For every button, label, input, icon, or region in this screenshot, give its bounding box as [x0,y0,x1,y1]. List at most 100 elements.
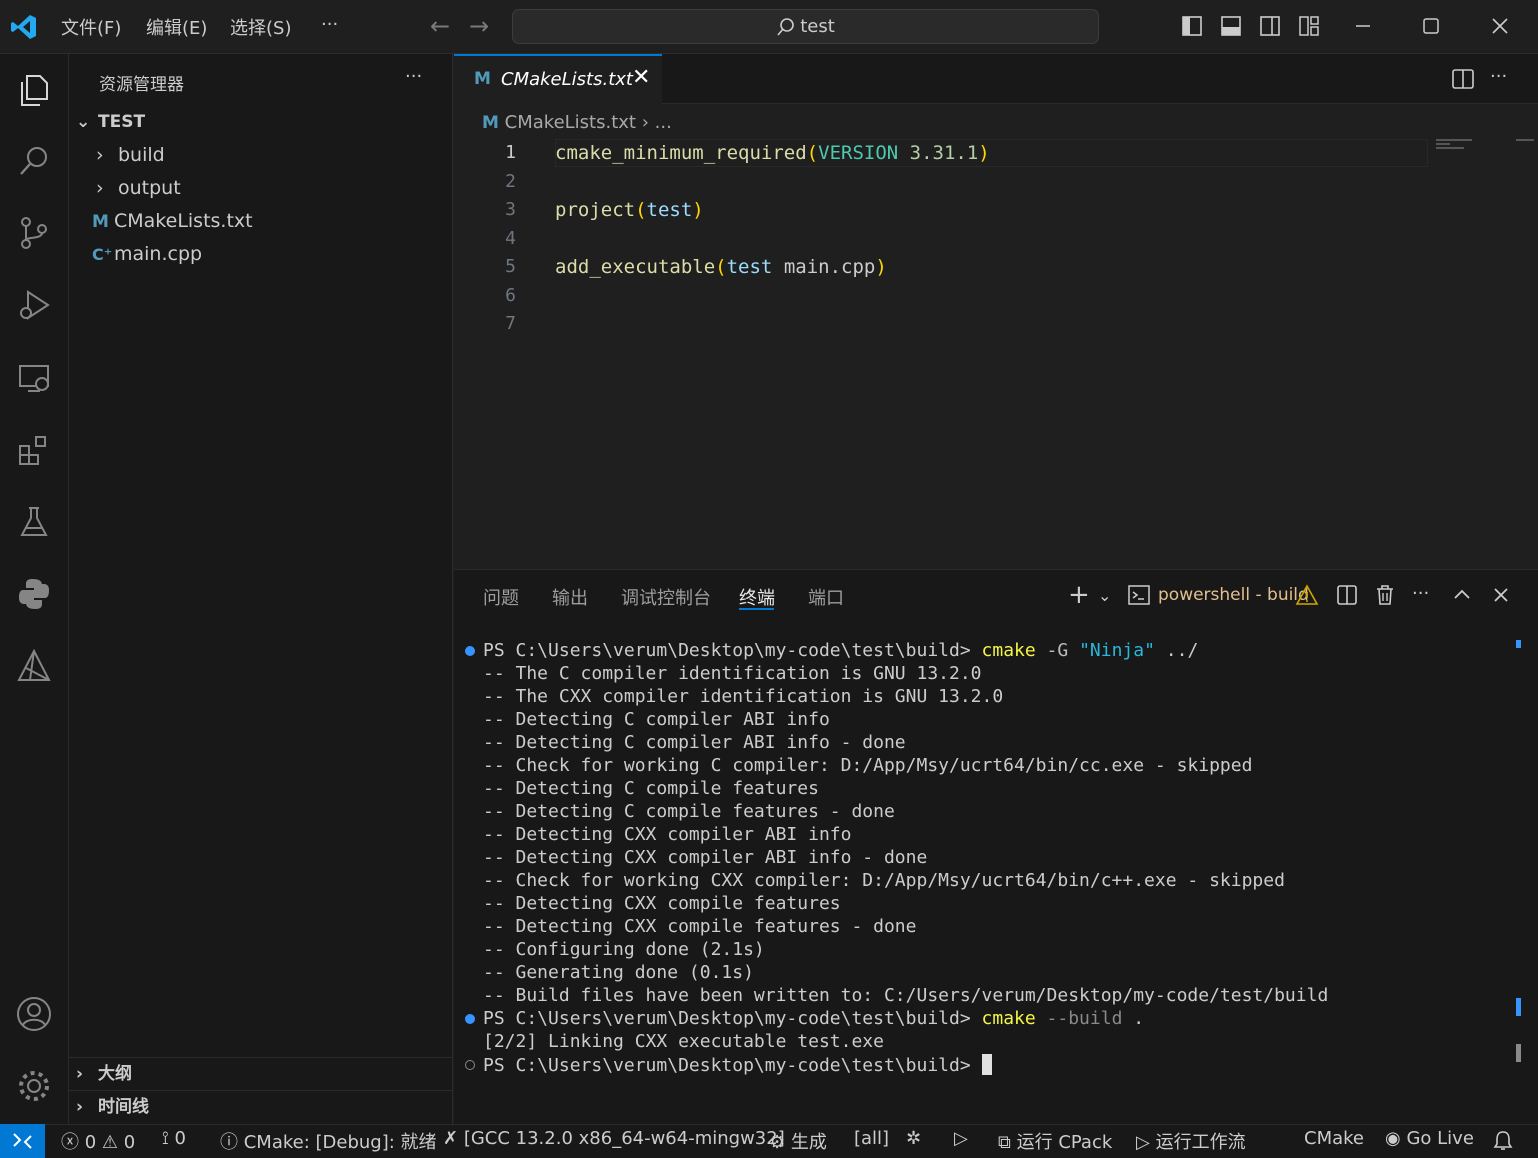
outline-section[interactable]: › 大纲 [76,1058,132,1091]
run-debug-icon[interactable] [10,281,58,329]
command-success-dot[interactable] [465,1014,475,1024]
ports-status[interactable]: ⟟ 0 [162,1128,186,1149]
tree-item-build[interactable]: › build [96,139,165,172]
tab-output[interactable]: 输出 [552,584,588,610]
forward-arrow-icon[interactable]: → [469,12,489,40]
minimap[interactable] [1436,139,1474,149]
menu-selection[interactable]: 选择(S) [230,14,291,40]
terminal-output-line: -- Detecting CXX compile features [483,893,841,914]
scrollbar-marker [1516,640,1521,648]
split-terminal-icon[interactable] [1335,583,1359,607]
terminal-output-line: -- Detecting CXX compile features - done [483,916,917,937]
breadcrumb-more[interactable]: ... [655,112,672,133]
chevron-down-icon[interactable]: ⌄ [1098,586,1111,605]
broadcast-icon: ◉ [1385,1128,1401,1149]
terminal-output-line: -- Detecting C compiler ABI info [483,709,830,730]
cmake-kit[interactable]: ✗ [GCC 13.2.0 x86_64-w64-mingw32] [443,1128,785,1149]
code-line-5[interactable]: add_executable(test main.cpp) [555,256,887,278]
command-center[interactable]: test [512,9,1099,44]
extensions-icon[interactable] [10,426,58,474]
search-text: test [800,16,835,37]
trash-icon[interactable] [1373,583,1397,607]
command-pending-dot[interactable] [465,1060,475,1070]
search-view-icon[interactable] [10,137,58,185]
sidebar-more-button[interactable]: ··· [405,66,422,87]
terminal-output-line: -- Detecting CXX compiler ABI info - don… [483,847,928,868]
breadcrumb-file[interactable]: CMakeLists.txt [505,112,636,133]
menu-file[interactable]: 文件(F) [61,14,121,40]
terminal-output-line: -- Generating done (0.1s) [483,962,754,983]
tab-ports[interactable]: 端口 [808,584,844,610]
testing-flask-icon[interactable] [10,498,58,546]
toggle-sidebar-icon[interactable] [1176,10,1208,42]
chevron-right-icon: › [76,1097,84,1117]
terminal-output-line: -- Detecting C compile features - done [483,801,895,822]
run-workflow-button[interactable]: ▷ 运行工作流 [1136,1128,1246,1154]
problems-status[interactable]: ⓧ 0 ⚠ 0 [61,1128,135,1154]
terminal-command-line: PS C:\Users\verum\Desktop\my-code\test\b… [483,1008,1145,1029]
tab-debug-console[interactable]: 调试控制台 [621,584,711,610]
code-line-1[interactable]: cmake_minimum_required(VERSION 3.31.1) [555,142,990,164]
warning-icon: ⚠ [101,1132,119,1153]
tab-problems[interactable]: 问题 [483,584,519,610]
cmake-file-icon: M [482,113,499,133]
minimize-icon[interactable] [1347,10,1379,42]
toggle-panel-icon[interactable] [1215,10,1247,42]
vscode-logo-icon [10,13,38,41]
customize-layout-icon[interactable] [1293,10,1325,42]
cmake-status[interactable]: ⓘ CMake: [Debug]: 就绪 [220,1128,437,1154]
panel-more-icon[interactable]: ··· [1412,583,1429,604]
run-cpack-button[interactable]: ⧉ 运行 CPack [998,1128,1112,1154]
terminal-instance-name[interactable]: powershell - build [1158,585,1309,605]
menu-edit[interactable]: 编辑(E) [146,14,207,40]
go-live-button[interactable]: ◉ Go Live [1385,1128,1474,1149]
command-success-dot[interactable] [465,646,475,656]
debug-bug-icon[interactable]: ✲ [906,1128,921,1149]
broadcast-icon: ⟟ [162,1128,169,1149]
package-icon: ⧉ [998,1132,1011,1153]
warning-icon[interactable] [1295,584,1319,606]
tree-item-cmakelists[interactable]: M CMakeLists.txt [92,205,253,238]
tree-item-output[interactable]: › output [96,172,181,205]
timeline-section[interactable]: › 时间线 [76,1091,149,1124]
tree-item-main-cpp[interactable]: C⁺main.cpp [92,238,202,271]
terminal-output-line: -- Check for working CXX compiler: D:/Ap… [483,870,1285,891]
notifications-bell-icon[interactable] [1492,1129,1514,1153]
explorer-icon[interactable] [10,66,58,114]
close-window-icon[interactable] [1484,10,1516,42]
new-terminal-plus-icon[interactable]: + [1068,580,1090,610]
chevron-down-icon: ⌄ [76,112,91,132]
terminal-output-line: -- Build files have been written to: C:/… [483,985,1329,1006]
cmake-language-mode[interactable]: CMake [1304,1128,1364,1149]
back-arrow-icon[interactable]: ← [430,12,450,40]
menu-more[interactable]: ··· [321,14,338,35]
cmake-icon[interactable] [10,642,58,690]
close-panel-icon[interactable] [1490,584,1512,606]
sidebar-title: 资源管理器 [99,75,184,95]
maximize-panel-chevron-up-icon[interactable] [1451,584,1473,606]
account-icon[interactable] [10,990,58,1038]
cmake-file-icon: M [474,69,491,89]
terminal-cursor [981,1054,992,1075]
editor-more-icon[interactable]: ··· [1490,66,1507,87]
tab-cmakelists[interactable]: M CMakeLists.txt ✕ [454,54,662,104]
line-number: 3 [505,199,516,220]
terminal-prompt-line[interactable]: PS C:\Users\verum\Desktop\my-code\test\b… [483,1054,992,1076]
cmake-target[interactable]: [all] [854,1128,889,1149]
python-icon[interactable] [10,570,58,618]
run-play-icon[interactable]: ▷ [954,1128,968,1149]
overview-ruler [1516,139,1534,141]
settings-gear-icon[interactable] [10,1062,58,1110]
breadcrumb: M CMakeLists.txt › ... [482,112,672,133]
maximize-icon[interactable] [1415,10,1447,42]
remote-indicator[interactable] [0,1124,45,1158]
code-line-3[interactable]: project(test) [555,199,704,221]
split-editor-icon[interactable] [1450,66,1476,92]
toggle-secondary-sidebar-icon[interactable] [1254,10,1286,42]
source-control-icon[interactable] [10,209,58,257]
workspace-root[interactable]: ⌄ TEST [76,106,145,139]
cmake-build-button[interactable]: ⚙ 生成 [769,1128,827,1154]
close-tab-icon[interactable]: ✕ [632,65,650,90]
tab-terminal[interactable]: 终端 [739,584,775,610]
remote-explorer-icon[interactable] [10,354,58,402]
